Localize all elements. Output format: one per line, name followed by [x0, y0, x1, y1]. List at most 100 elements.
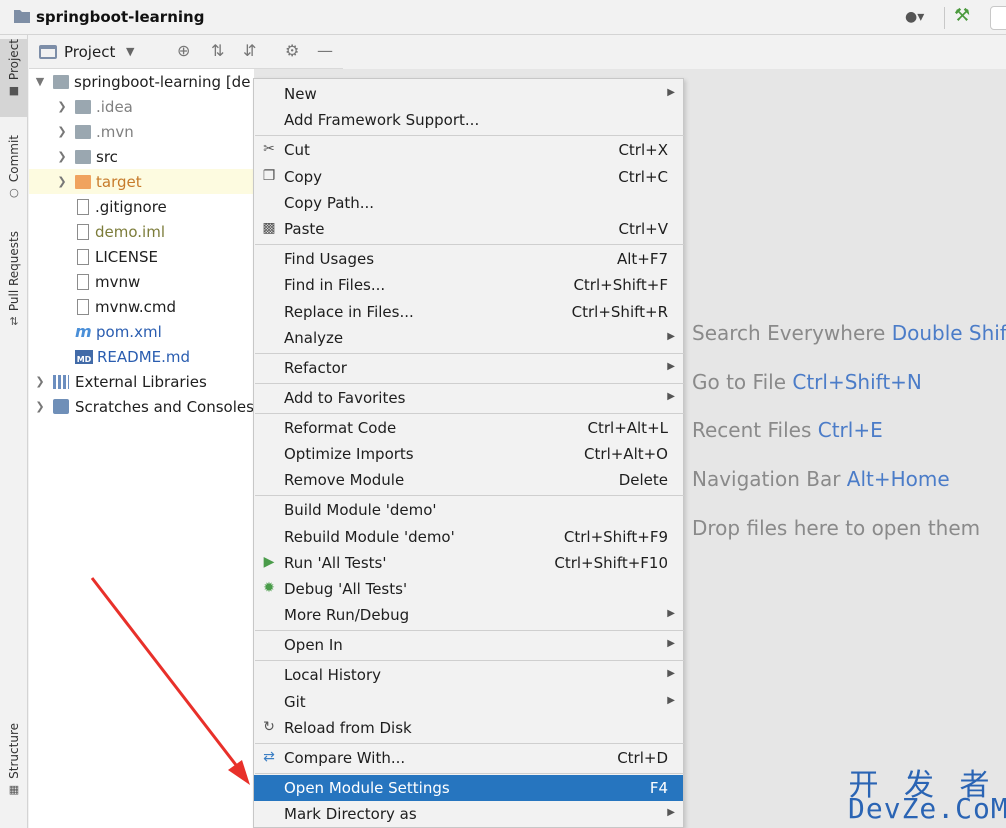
project-view-icon: [39, 45, 57, 59]
menu-item-reload-from-disk[interactable]: ↻ Reload from Disk: [254, 715, 683, 741]
toolbar-separator: [944, 7, 945, 29]
chevron-right-icon[interactable]: ❯: [55, 175, 69, 188]
menu-item-cut[interactable]: ✂ Cut Ctrl+X: [254, 137, 683, 163]
tree-row-mvnw-cmd[interactable]: mvnw.cmd: [69, 294, 254, 319]
tree-row-external-libraries[interactable]: ❯ External Libraries: [33, 369, 254, 394]
context-menu: New ▶ Add Framework Support... ✂ Cut Ctr…: [253, 78, 684, 828]
menu-item-analyze[interactable]: Analyze ▶: [254, 325, 683, 351]
menu-item-run-all-tests[interactable]: ▶ Run 'All Tests' Ctrl+Shift+F10: [254, 550, 683, 576]
menu-item-replace-in-files[interactable]: Replace in Files... Ctrl+Shift+R: [254, 299, 683, 325]
tree-row-src[interactable]: ❯ src: [55, 144, 254, 169]
user-icon[interactable]: ●▾: [905, 9, 924, 25]
tree-row-readme[interactable]: MD README.md: [69, 344, 254, 369]
menu-item-copy-path[interactable]: Copy Path...: [254, 190, 683, 216]
run-config-selector[interactable]: [990, 6, 1006, 30]
menu-item-local-history[interactable]: Local History ▶: [254, 662, 683, 688]
maven-icon: m: [75, 322, 92, 341]
menu-item-open-in[interactable]: Open In ▶: [254, 632, 683, 658]
menu-item-find-usages[interactable]: Find Usages Alt+F7: [254, 246, 683, 272]
tree-item-name: LICENSE: [95, 247, 158, 266]
tree-item-name: target: [96, 172, 142, 191]
folder-icon: [75, 174, 91, 189]
tree-item-name: Scratches and Consoles: [75, 397, 254, 416]
file-icon: [77, 223, 89, 240]
hammer-icon[interactable]: ⚒: [954, 5, 970, 26]
menu-separator: [255, 495, 684, 496]
watermark-line2: DevZe.CoM: [848, 792, 1006, 825]
commit-icon: ○: [9, 186, 19, 200]
menu-separator: [255, 244, 684, 245]
file-icon: [77, 273, 89, 290]
hint-search-everywhere: Search Everywhere Double Shift: [692, 321, 1006, 345]
tab-structure[interactable]: Structure ▦: [0, 723, 28, 805]
tree-row-root[interactable]: ▼ springboot-learning [de moc: [33, 69, 254, 94]
menu-item-more-run-debug[interactable]: More Run/Debug ▶: [254, 602, 683, 628]
project-tree: ▼ springboot-learning [de moc ❯ .idea ❯ …: [29, 69, 254, 828]
chevron-down-icon[interactable]: ▼: [126, 45, 134, 58]
menu-item-add-framework-support[interactable]: Add Framework Support...: [254, 107, 683, 133]
chevron-right-icon[interactable]: ❯: [55, 150, 69, 163]
expand-all-icon[interactable]: ⇅: [211, 41, 224, 60]
menu-item-build-module[interactable]: Build Module 'demo': [254, 497, 683, 523]
debug-icon: ✹: [263, 580, 275, 596]
markdown-icon: MD: [75, 349, 93, 364]
chevron-right-icon[interactable]: ❯: [55, 125, 69, 138]
tree-row-pom[interactable]: m pom.xml: [69, 319, 254, 344]
module-folder-icon: [53, 74, 69, 89]
menu-item-paste[interactable]: ▩ Paste Ctrl+V: [254, 216, 683, 242]
tree-item-name: demo.iml: [95, 222, 165, 241]
structure-icon: ▦: [8, 782, 20, 796]
menu-item-new[interactable]: New ▶: [254, 81, 683, 107]
submenu-arrow-icon: ▶: [667, 638, 675, 649]
run-icon: ▶: [263, 554, 275, 570]
hint-navigation-bar: Navigation Bar Alt+Home: [692, 467, 950, 491]
tree-row-scratches[interactable]: ❯ Scratches and Consoles: [33, 394, 254, 419]
menu-item-refactor[interactable]: Refactor ▶: [254, 355, 683, 381]
submenu-arrow-icon: ▶: [667, 668, 675, 679]
compare-icon: ⇄: [263, 749, 275, 765]
tree-row-gitignore[interactable]: .gitignore: [69, 194, 254, 219]
tree-row-mvnw[interactable]: mvnw: [69, 269, 254, 294]
tree-item-name: mvnw: [95, 272, 141, 291]
tab-commit[interactable]: Commit ○: [0, 135, 28, 205]
menu-separator: [255, 383, 684, 384]
tab-pull-requests-label: Pull Requests: [7, 231, 21, 312]
project-folder-icon: [14, 10, 30, 23]
tree-row-idea[interactable]: ❯ .idea: [55, 94, 254, 119]
locate-icon[interactable]: ⊕: [177, 41, 190, 60]
chevron-down-icon[interactable]: ▼: [33, 75, 47, 88]
menu-item-remove-module[interactable]: Remove Module Delete: [254, 467, 683, 493]
chevron-right-icon[interactable]: ❯: [55, 100, 69, 113]
scratches-icon: [53, 399, 69, 414]
gear-icon[interactable]: ⚙: [285, 41, 299, 60]
menu-separator: [255, 135, 684, 136]
tree-row-demo-iml[interactable]: demo.iml: [69, 219, 254, 244]
menu-item-reformat-code[interactable]: Reformat Code Ctrl+Alt+L: [254, 415, 683, 441]
collapse-all-icon[interactable]: ⇵: [243, 41, 256, 60]
project-view-label[interactable]: Project: [64, 43, 115, 61]
menu-item-copy[interactable]: ❐ Copy Ctrl+C: [254, 164, 683, 190]
menu-item-rebuild-module[interactable]: Rebuild Module 'demo' Ctrl+Shift+F9: [254, 524, 683, 550]
menu-separator: [255, 413, 684, 414]
window-title: springboot-learning: [36, 8, 205, 26]
menu-item-debug-all-tests[interactable]: ✹ Debug 'All Tests': [254, 576, 683, 602]
menu-item-git[interactable]: Git ▶: [254, 689, 683, 715]
tab-project[interactable]: Project ■: [0, 39, 28, 117]
menu-item-add-to-favorites[interactable]: Add to Favorites ▶: [254, 385, 683, 411]
minimize-icon[interactable]: —: [317, 41, 333, 60]
tree-row-license[interactable]: LICENSE: [69, 244, 254, 269]
paste-icon: ▩: [262, 220, 276, 236]
menu-item-compare-with[interactable]: ⇄ Compare With... Ctrl+D: [254, 745, 683, 771]
menu-item-optimize-imports[interactable]: Optimize Imports Ctrl+Alt+O: [254, 441, 683, 467]
tab-pull-requests[interactable]: Pull Requests ⇅: [0, 231, 28, 337]
file-icon: [77, 198, 89, 215]
menu-item-find-in-files[interactable]: Find in Files... Ctrl+Shift+F: [254, 272, 683, 298]
tree-item-name: README.md: [97, 347, 191, 366]
tree-row-mvn[interactable]: ❯ .mvn: [55, 119, 254, 144]
watermark-logo: 开 发 者 DevZe.CoM: [848, 760, 1006, 826]
menu-item-mark-directory-as[interactable]: Mark Directory as ▶: [254, 801, 683, 827]
chevron-right-icon[interactable]: ❯: [33, 400, 47, 413]
menu-item-open-module-settings[interactable]: Open Module Settings F4: [254, 775, 683, 801]
tree-row-target[interactable]: ❯ target: [29, 169, 254, 194]
chevron-right-icon[interactable]: ❯: [33, 375, 47, 388]
